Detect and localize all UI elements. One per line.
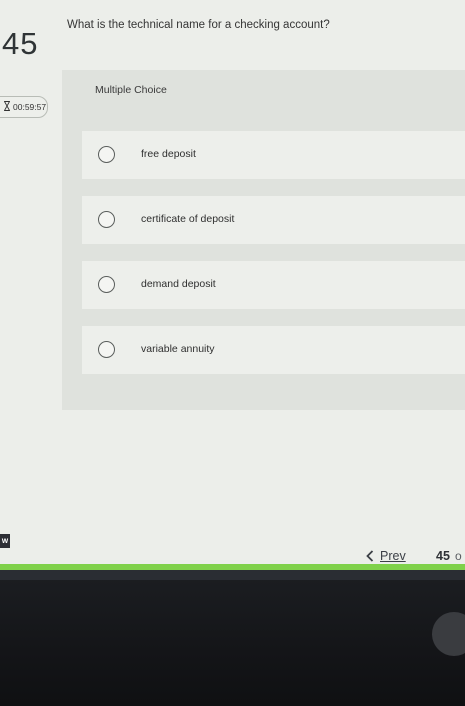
page-suffix: o [455, 549, 462, 563]
monitor-bezel [0, 570, 465, 706]
answer-option-1[interactable]: free deposit [82, 131, 465, 179]
answer-option-2[interactable]: certificate of deposit [82, 196, 465, 244]
answer-option-label: variable annuity [141, 343, 215, 355]
timer[interactable]: 00:59:57 [0, 96, 48, 118]
radio-button[interactable] [98, 276, 115, 293]
page-number: 45 [436, 549, 450, 563]
radio-button[interactable] [98, 341, 115, 358]
answer-option-label: certificate of deposit [141, 213, 235, 225]
question-number: 45 [2, 26, 39, 61]
answer-option-3[interactable]: demand deposit [82, 261, 465, 309]
bezel-strip [0, 570, 465, 580]
answer-option-4[interactable]: variable annuity [82, 326, 465, 374]
prev-label: Prev [380, 549, 406, 563]
prev-button[interactable]: Prev [366, 549, 406, 563]
chevron-left-icon [366, 550, 374, 562]
radio-button[interactable] [98, 146, 115, 163]
timer-value: 00:59:57 [13, 102, 47, 112]
radio-button[interactable] [98, 211, 115, 228]
corner-tab[interactable]: w [0, 534, 10, 548]
answer-option-label: demand deposit [141, 278, 216, 290]
question-type-label: Multiple Choice [95, 84, 167, 96]
answer-option-label: free deposit [141, 148, 196, 160]
quiz-screen: 45 What is the technical name for a chec… [0, 0, 465, 564]
hourglass-icon [4, 101, 10, 111]
question-text: What is the technical name for a checkin… [67, 19, 330, 31]
